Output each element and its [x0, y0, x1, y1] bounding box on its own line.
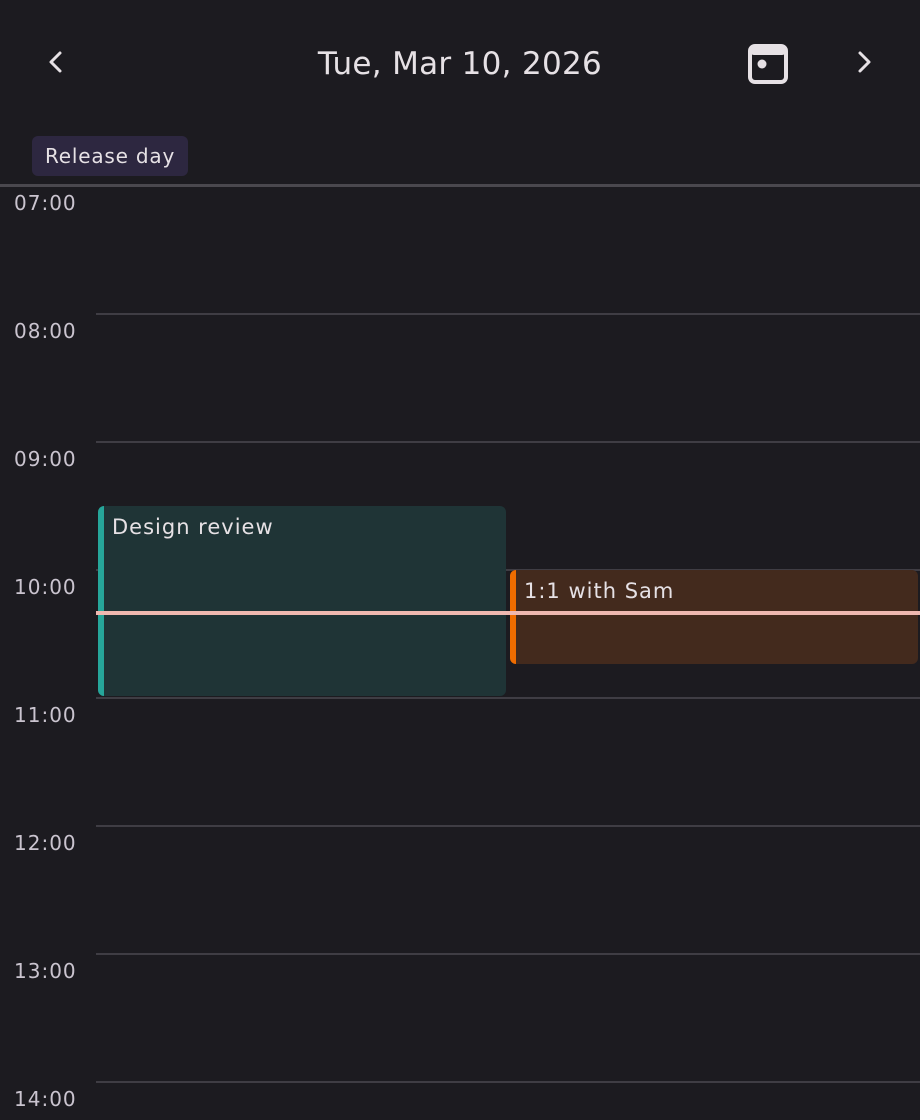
timeline[interactable]: 07:00 08:00 09:00 10:00 11:00 12:00 13:00 14:00…	[0, 186, 920, 1120]
hour-label: 12:00	[14, 831, 77, 855]
previous-day-button[interactable]	[32, 40, 80, 88]
hour-label: 10:00	[14, 575, 77, 599]
header: Tue, Mar 10, 2026	[0, 0, 920, 128]
hour-gridline	[96, 825, 920, 827]
hour-label: 14:00	[14, 1087, 77, 1111]
event-block[interactable]: Design review	[98, 506, 506, 696]
chevron-left-icon	[42, 48, 70, 80]
hour-label: 11:00	[14, 703, 77, 727]
hour-gridline	[96, 1081, 920, 1083]
hour-gridline	[96, 441, 920, 443]
page-title: Tue, Mar 10, 2026	[317, 46, 603, 82]
today-button[interactable]	[744, 42, 792, 90]
hour-gridline	[96, 697, 920, 699]
event-color-bar	[510, 570, 516, 664]
event-title: Design review	[112, 515, 274, 539]
hour-gridline	[96, 313, 920, 315]
next-day-button[interactable]	[840, 40, 888, 88]
event-title: 1:1 with Sam	[524, 579, 675, 603]
hour-label: 13:00	[14, 959, 77, 983]
all-day-event-chip[interactable]: Release day	[32, 136, 189, 176]
event-color-bar	[98, 506, 104, 696]
current-time-indicator	[96, 610, 920, 615]
hour-label: 07:00	[14, 191, 77, 215]
hour-label: 08:00	[14, 319, 77, 343]
event-block[interactable]: 1:1 with Sam	[510, 570, 918, 664]
hour-label: 09:00	[14, 447, 77, 471]
chevron-right-icon	[850, 48, 878, 80]
day-view: Tue, Mar 10, 2026 Release day 07:00 08:00…	[0, 0, 920, 1120]
hour-gridline	[96, 953, 920, 955]
calendar-today-icon	[747, 43, 789, 89]
